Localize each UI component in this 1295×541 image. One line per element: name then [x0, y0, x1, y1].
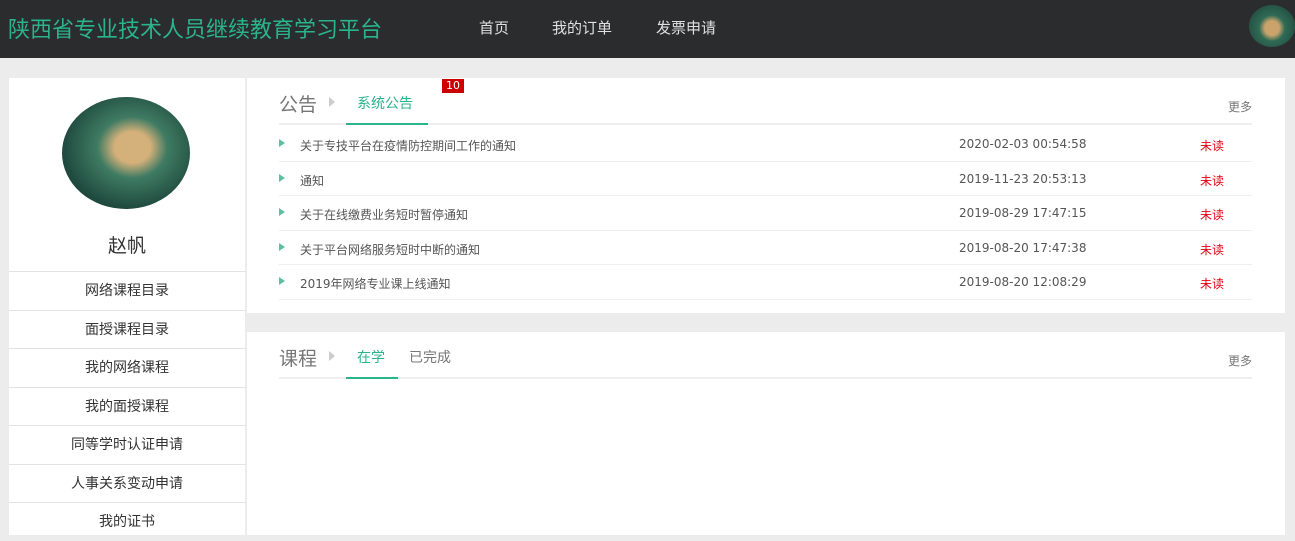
notice-header: 公告 系统公告 10 更多 [279, 78, 1252, 125]
site-title[interactable]: 陕西省专业技术人员继续教育学习平台 [8, 12, 382, 44]
bullet-triangle-icon [279, 208, 285, 216]
nav-home[interactable]: 首页 [479, 17, 509, 38]
notice-date: 2019-08-29 17:47:15 [959, 206, 1087, 220]
profile-avatar [62, 97, 190, 209]
notice-date: 2019-11-23 20:53:13 [959, 171, 1087, 186]
sidebar-menu: 网络课程目录 面授课程目录 我的网络课程 我的面授课程 同等学时认证申请 人事关… [9, 271, 245, 541]
notice-date: 2019-08-20 12:08:29 [959, 275, 1087, 289]
notice-status: 未读 [1200, 242, 1225, 257]
notice-title-link[interactable]: 通知 [300, 172, 324, 189]
notice-status: 未读 [1200, 139, 1225, 153]
sidebar-item-personnel-change[interactable]: 人事关系变动申请 [9, 463, 245, 503]
notice-more-link[interactable]: 更多 [1228, 98, 1252, 115]
user-name: 赵帆 [107, 235, 146, 257]
sidebar-item-equivalent-hours[interactable]: 同等学时认证申请 [9, 425, 245, 464]
notice-row[interactable]: 关于平台网络服务短时中断的通知 2019-08-20 17:47:38 未读 [279, 231, 1252, 265]
tab-completed[interactable]: 已完成 [409, 347, 451, 367]
course-title: 课程 [279, 348, 318, 370]
sidebar-item-my-online-courses[interactable]: 我的网络课程 [9, 348, 245, 387]
bullet-triangle-icon [279, 242, 285, 251]
notice-status: 未读 [1200, 277, 1225, 291]
active-tab-underline [346, 377, 398, 379]
bullet-triangle-icon [279, 173, 285, 182]
sidebar: 赵帆 网络课程目录 面授课程目录 我的网络课程 我的面授课程 同等学时认证申请 … [9, 78, 245, 535]
bullet-triangle-icon [279, 277, 285, 285]
top-bar: 陕西省专业技术人员继续教育学习平台 首页 我的订单 发票申请 [0, 0, 1295, 58]
notice-date: 2020-02-03 00:54:58 [959, 137, 1087, 151]
notice-row[interactable]: 关于专技平台在疫情防控期间工作的通知 2020-02-03 00:54:58 未… [279, 127, 1252, 162]
course-header: 课程 在学 已完成 更多 [279, 332, 1252, 379]
nav-my-orders[interactable]: 我的订单 [552, 17, 612, 38]
notice-title: 公告 [279, 94, 318, 116]
notice-title-link[interactable]: 关于专技平台在疫情防控期间工作的通知 [300, 137, 516, 154]
tab-in-progress[interactable]: 在学 [357, 347, 385, 367]
sidebar-item-offline-catalog[interactable]: 面授课程目录 [9, 309, 245, 349]
bullet-triangle-icon [279, 139, 285, 147]
sidebar-item-online-catalog[interactable]: 网络课程目录 [9, 271, 245, 310]
notice-status: 未读 [1200, 208, 1225, 222]
active-tab-underline [346, 123, 428, 125]
course-more-link[interactable]: 更多 [1228, 352, 1252, 369]
notice-title-link[interactable]: 关于在线缴费业务短时暂停通知 [300, 206, 468, 223]
tab-system-notice[interactable]: 系统公告 [357, 93, 413, 113]
notice-panel: 公告 系统公告 10 更多 关于专技平台在疫情防控期间工作的通知 2020-02… [247, 78, 1285, 313]
notice-row[interactable]: 关于在线缴费业务短时暂停通知 2019-08-29 17:47:15 未读 [279, 196, 1252, 231]
caret-right-icon [329, 97, 335, 107]
notice-row[interactable]: 通知 2019-11-23 20:53:13 未读 [279, 162, 1252, 196]
course-panel: 课程 在学 已完成 更多 [247, 332, 1285, 535]
notice-date: 2019-08-20 17:47:38 [959, 240, 1087, 255]
notice-title-link[interactable]: 2019年网络专业课上线通知 [300, 275, 451, 292]
sidebar-item-my-offline-courses[interactable]: 我的面授课程 [9, 386, 245, 426]
unread-badge: 10 [442, 79, 464, 93]
notice-status: 未读 [1200, 173, 1225, 188]
notice-row[interactable]: 2019年网络专业课上线通知 2019-08-20 12:08:29 未读 [279, 265, 1252, 300]
user-avatar[interactable] [1249, 5, 1295, 47]
notice-title-link[interactable]: 关于平台网络服务短时中断的通知 [300, 241, 480, 258]
caret-right-icon [329, 351, 335, 361]
nav-invoice[interactable]: 发票申请 [656, 17, 716, 38]
